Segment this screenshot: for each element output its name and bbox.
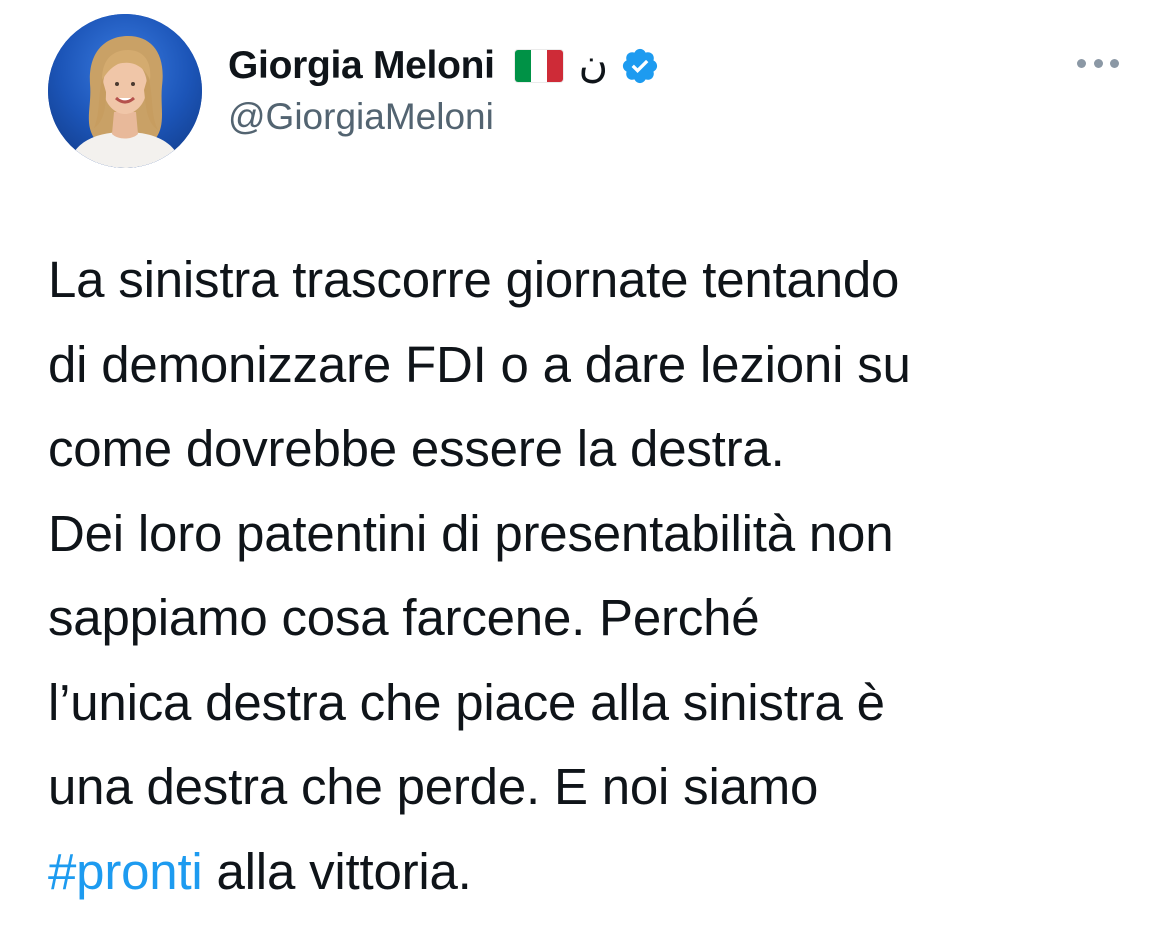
tweet-text-line: sappiamo cosa farcene. Perché <box>48 589 760 646</box>
arabic-letter-nun: ن <box>578 41 609 87</box>
tweet-text-line: l’unica destra che piace alla sinistra è <box>48 673 885 731</box>
author-avatar[interactable] <box>48 14 202 168</box>
tweet-card: Giorgia Meloni ن @GiorgiaMeloni La sinis… <box>0 0 1170 938</box>
more-options-icon[interactable] <box>1068 48 1128 78</box>
more-dot <box>1093 58 1103 68</box>
tweet-text-line: come dovrebbe essere la destra. <box>48 420 785 477</box>
hashtag-link[interactable]: #pronti <box>48 843 203 900</box>
tweet-text-last-line: #pronti alla vittoria. <box>48 830 1148 915</box>
tweet-text-line: di demonizzare FDI o a dare lezioni su <box>48 335 911 393</box>
tweet-text-tail: alla vittoria. <box>202 842 472 900</box>
avatar-image <box>48 14 202 168</box>
author-handle[interactable]: @GiorgiaMeloni <box>228 96 494 138</box>
tweet-text-line: La sinistra trascorre giornate tentando <box>48 251 900 308</box>
tweet-text-line: Dei loro patentini di presentabilità non <box>48 504 894 562</box>
more-dot <box>1110 58 1119 68</box>
verified-badge-icon <box>620 46 660 86</box>
author-name-row: Giorgia Meloni ن <box>228 40 660 92</box>
italy-flag-icon <box>514 50 563 82</box>
tweet-text: La sinistra trascorre giornate tentando … <box>48 238 1148 914</box>
author-display-name[interactable]: Giorgia Meloni <box>228 44 495 88</box>
more-dot <box>1077 58 1086 68</box>
tweet-text-line: una destra che perde. E noi siamo <box>48 758 819 815</box>
